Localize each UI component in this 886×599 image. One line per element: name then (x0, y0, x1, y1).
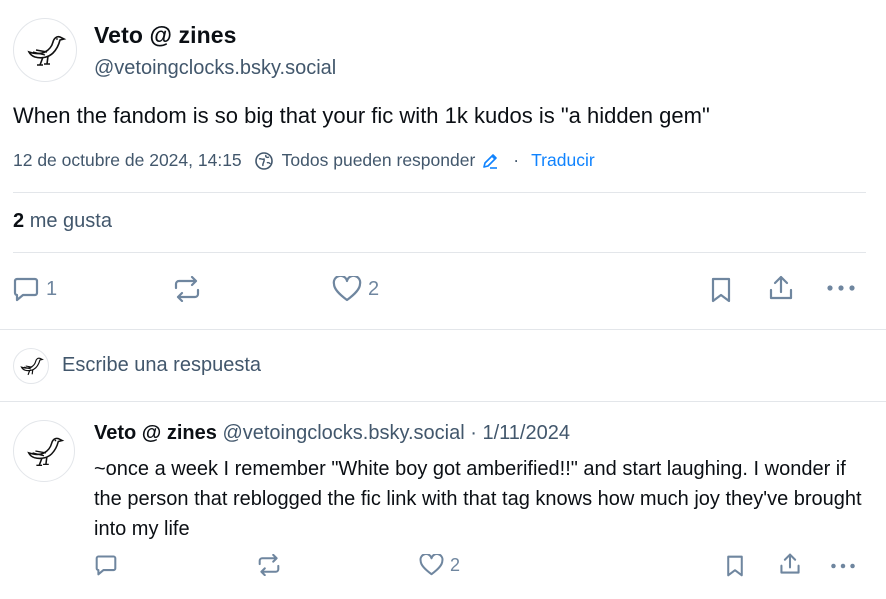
reply-author-handle[interactable]: @vetoingclocks.bsky.social (222, 422, 464, 444)
reply-like-count: 2 (450, 554, 461, 575)
bookmark-icon (727, 555, 743, 577)
author-avatar[interactable] (13, 18, 77, 82)
more-options-button[interactable] (826, 280, 856, 296)
reply-more-options-button[interactable] (830, 559, 856, 573)
globe-icon (254, 151, 274, 171)
reply-repost-button[interactable] (256, 554, 282, 576)
post-text: When the fandom is so big that your fic … (13, 103, 710, 128)
reply-composer[interactable]: Escribe una respuesta (0, 329, 886, 402)
likes-label: me gusta (29, 210, 112, 232)
likes-summary[interactable]: 2 me gusta (13, 210, 112, 233)
reply-reply-button[interactable] (94, 554, 118, 576)
reply-icon (13, 277, 39, 302)
author-display-name[interactable]: Veto @ zines (94, 22, 237, 49)
like-button[interactable]: 2 (332, 276, 379, 302)
post-timestamp: 12 de octubre de 2024, 14:15 (13, 150, 242, 170)
bird-avatar-icon (27, 35, 67, 66)
current-user-avatar (13, 348, 49, 384)
bookmark-button[interactable] (708, 276, 734, 304)
more-icon (827, 285, 855, 291)
translate-link[interactable]: Traducir (531, 150, 595, 171)
heart-icon (332, 276, 362, 302)
reply-author-avatar[interactable] (13, 420, 75, 482)
reply-input-placeholder[interactable]: Escribe una respuesta (62, 354, 261, 377)
reply-button[interactable]: 1 (12, 276, 57, 302)
repost-icon (174, 276, 200, 302)
bird-avatar-icon (20, 357, 44, 376)
bookmark-icon (711, 277, 731, 303)
share-button[interactable] (767, 274, 795, 302)
reply-author-name[interactable]: Veto @ zines (94, 422, 217, 444)
author-handle[interactable]: @vetoingclocks.bsky.social (94, 57, 336, 80)
like-count: 2 (368, 277, 380, 300)
more-icon (831, 563, 855, 569)
divider (13, 252, 866, 253)
reply-text: ~once a week I remember "White boy got a… (94, 458, 862, 540)
reply-bookmark-button[interactable] (724, 554, 746, 578)
meta-separator: · (513, 150, 520, 170)
share-icon (769, 275, 793, 300)
divider (13, 192, 866, 193)
reply-post[interactable]: Veto @ zines @vetoingclocks.bsky.social … (0, 402, 886, 599)
repost-icon (258, 554, 280, 576)
repost-button[interactable] (172, 276, 202, 302)
reply-separator: · (470, 422, 477, 444)
reply-header: Veto @ zines @vetoingclocks.bsky.social … (94, 422, 570, 445)
reply-share-button[interactable] (778, 552, 802, 576)
bird-avatar-icon (27, 437, 65, 466)
reply-like-button[interactable]: 2 (419, 554, 460, 576)
reply-date[interactable]: 1/11/2024 (482, 422, 570, 444)
heart-icon (419, 554, 444, 576)
reply-setting-label[interactable]: Todos pueden responder (282, 150, 476, 171)
share-icon (780, 553, 800, 574)
pencil-icon[interactable] (481, 152, 499, 170)
reply-icon (95, 555, 117, 576)
reply-count: 1 (46, 277, 58, 300)
post-meta: 12 de octubre de 2024, 14:15 Todos puede… (13, 150, 595, 171)
main-post: Veto @ zines @vetoingclocks.bsky.social … (0, 0, 886, 329)
likes-count: 2 (13, 210, 25, 232)
